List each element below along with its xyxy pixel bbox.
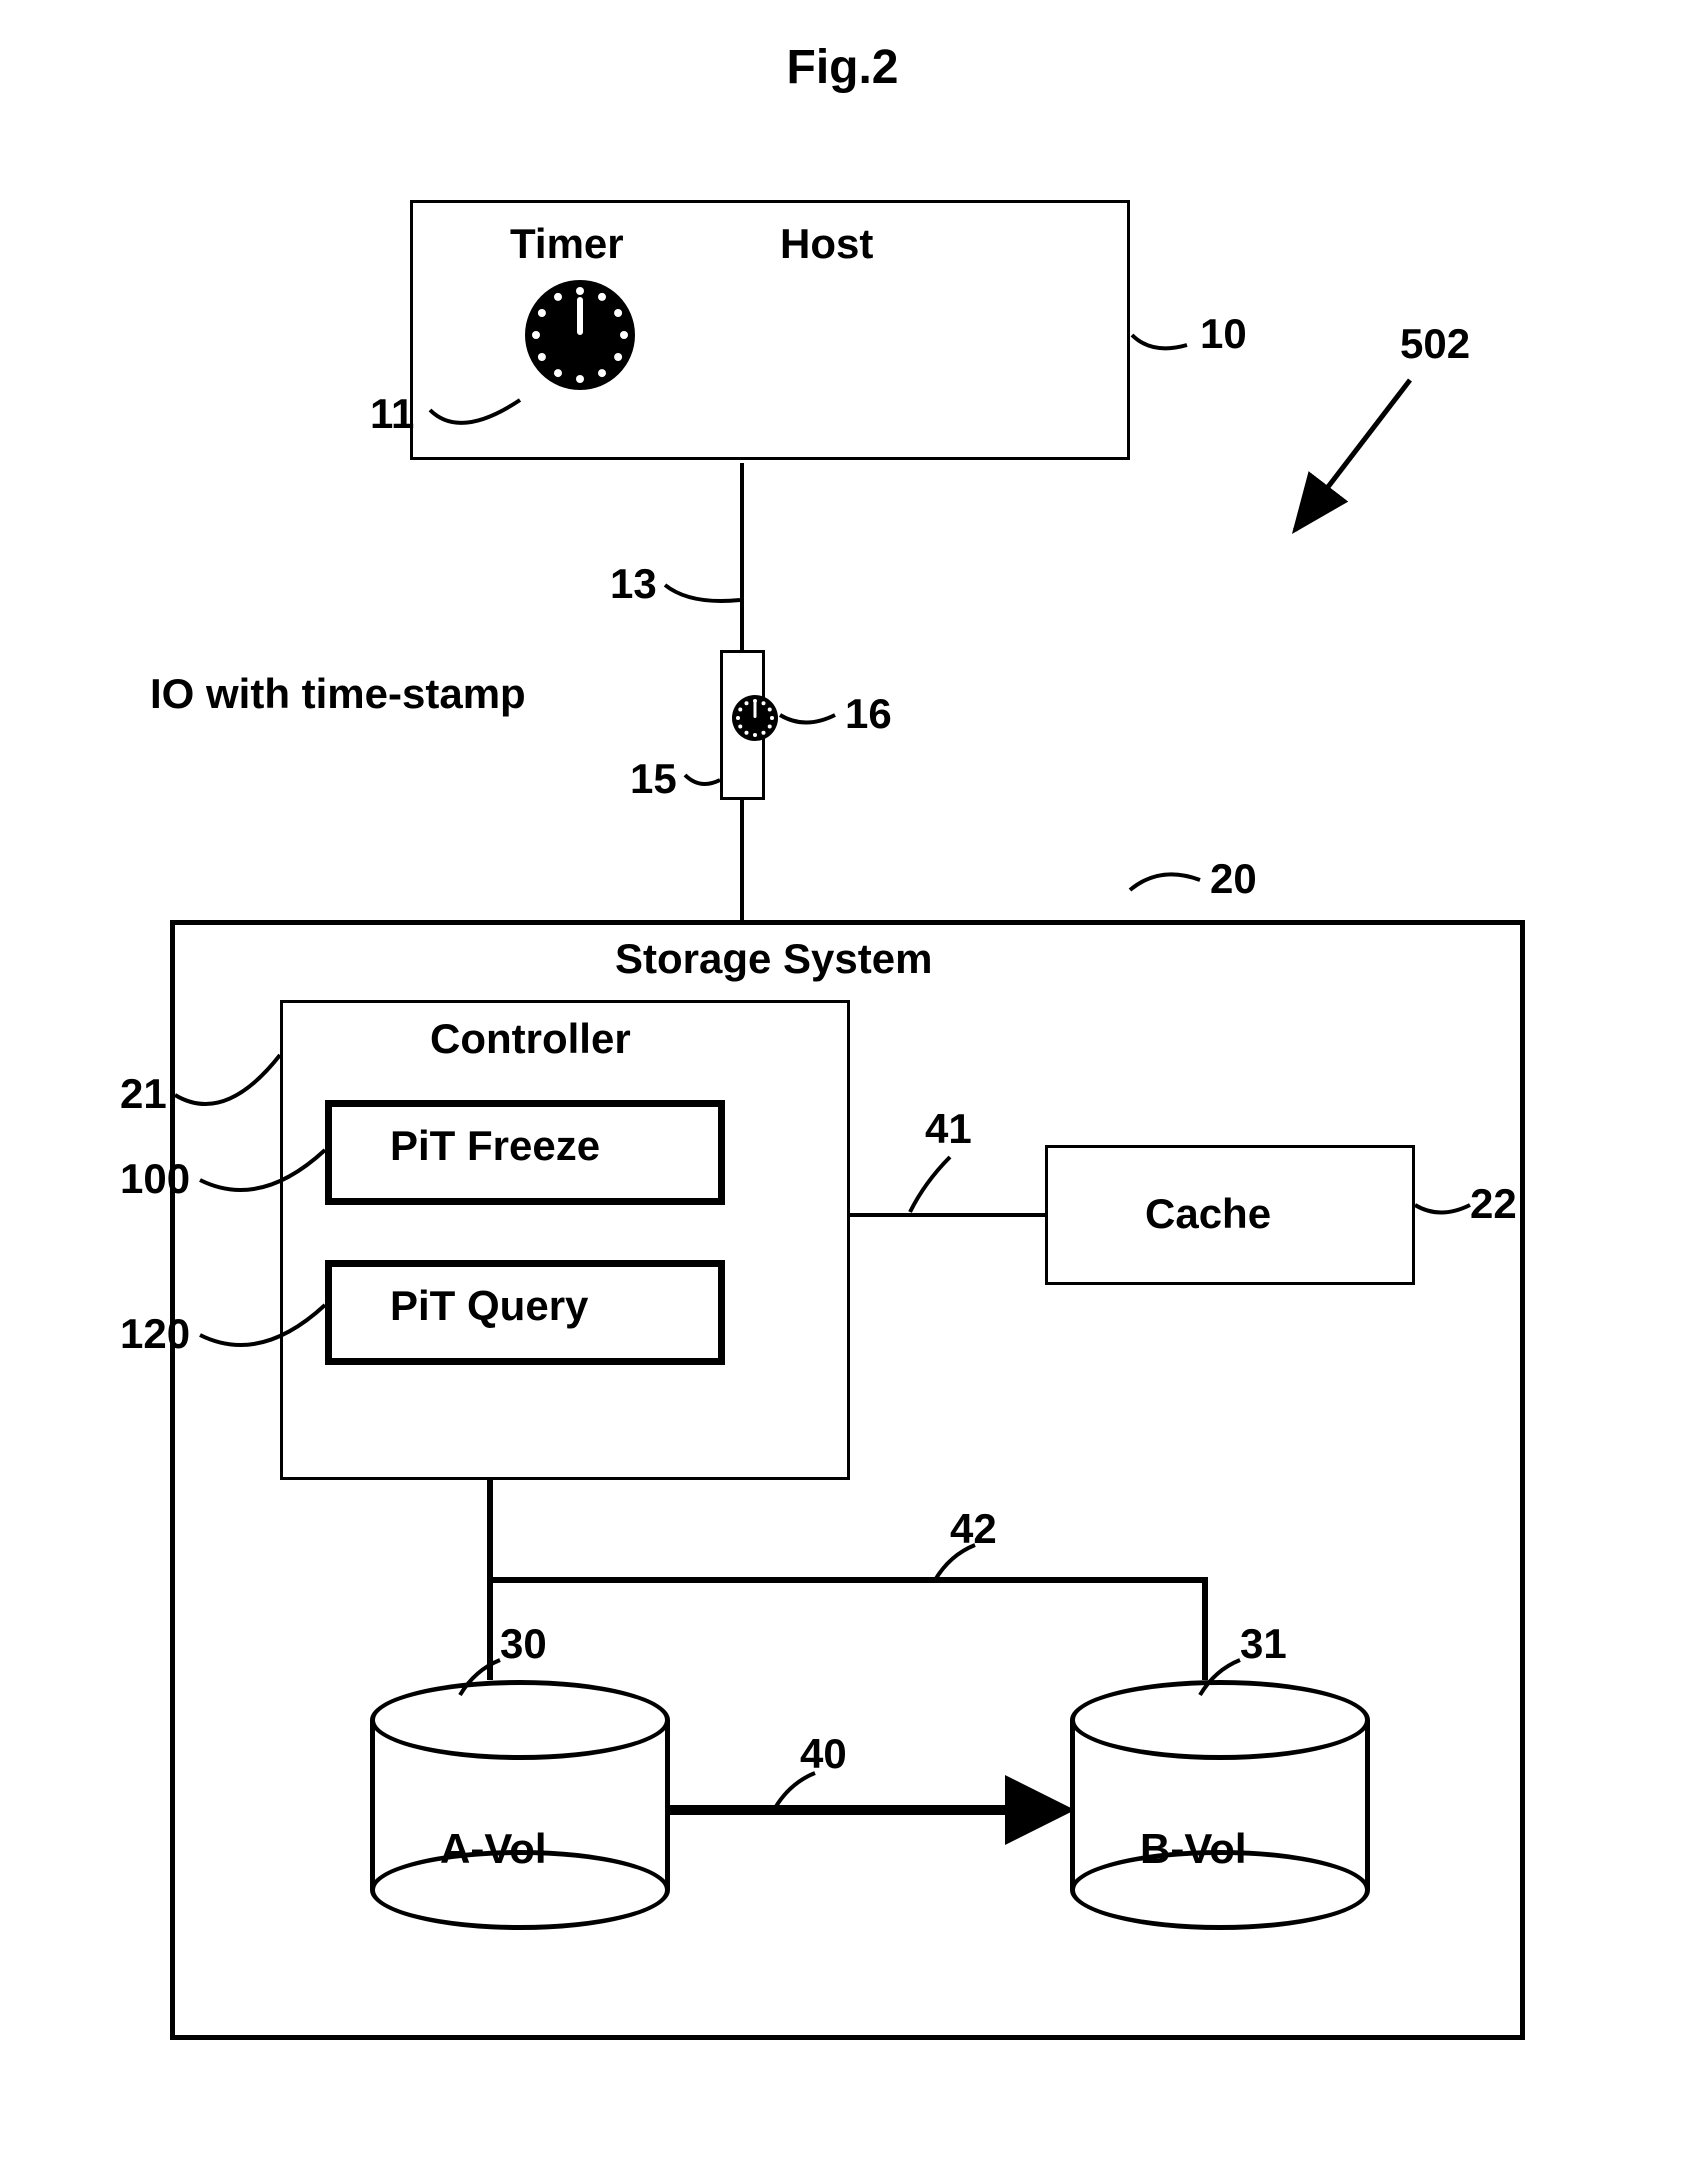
ref-502: 502: [1400, 320, 1470, 368]
ref-20: 20: [1210, 855, 1257, 903]
controller-label: Controller: [430, 1015, 631, 1063]
bvol-label: B-Vol: [1140, 1825, 1247, 1873]
ref-120: 120: [120, 1310, 190, 1358]
controller-box: [280, 1000, 850, 1480]
ref-22: 22: [1470, 1180, 1517, 1228]
ref-30: 30: [500, 1620, 547, 1668]
pit-query-label: PiT Query: [390, 1282, 588, 1330]
avol-cylinder: [370, 1680, 670, 1930]
ref-10: 10: [1200, 310, 1247, 358]
ref-16: 16: [845, 690, 892, 738]
io-timestamp-clock-icon: [732, 695, 778, 741]
pit-freeze-label: PiT Freeze: [390, 1122, 600, 1170]
ref-15: 15: [630, 755, 677, 803]
host-label: Host: [780, 220, 873, 268]
storage-system-label: Storage System: [615, 935, 932, 983]
avol-label: A-Vol: [440, 1825, 547, 1873]
figure-title: Fig.2: [786, 40, 898, 95]
bvol-cylinder: [1070, 1680, 1370, 1930]
ref-100: 100: [120, 1155, 190, 1203]
cache-label: Cache: [1145, 1190, 1271, 1238]
ref-31: 31: [1240, 1620, 1287, 1668]
ref-42: 42: [950, 1505, 997, 1553]
io-label: IO with time-stamp: [150, 670, 526, 718]
ref-41: 41: [925, 1105, 972, 1153]
ref-13: 13: [610, 560, 657, 608]
ref-40: 40: [800, 1730, 847, 1778]
timer-label: Timer: [510, 220, 624, 268]
ref-21: 21: [120, 1070, 167, 1118]
diagram-canvas: Timer Host IO with time-stamp Storage Sy…: [120, 200, 1560, 2100]
ref-11: 11: [370, 390, 414, 438]
timer-clock-icon: [525, 280, 635, 390]
